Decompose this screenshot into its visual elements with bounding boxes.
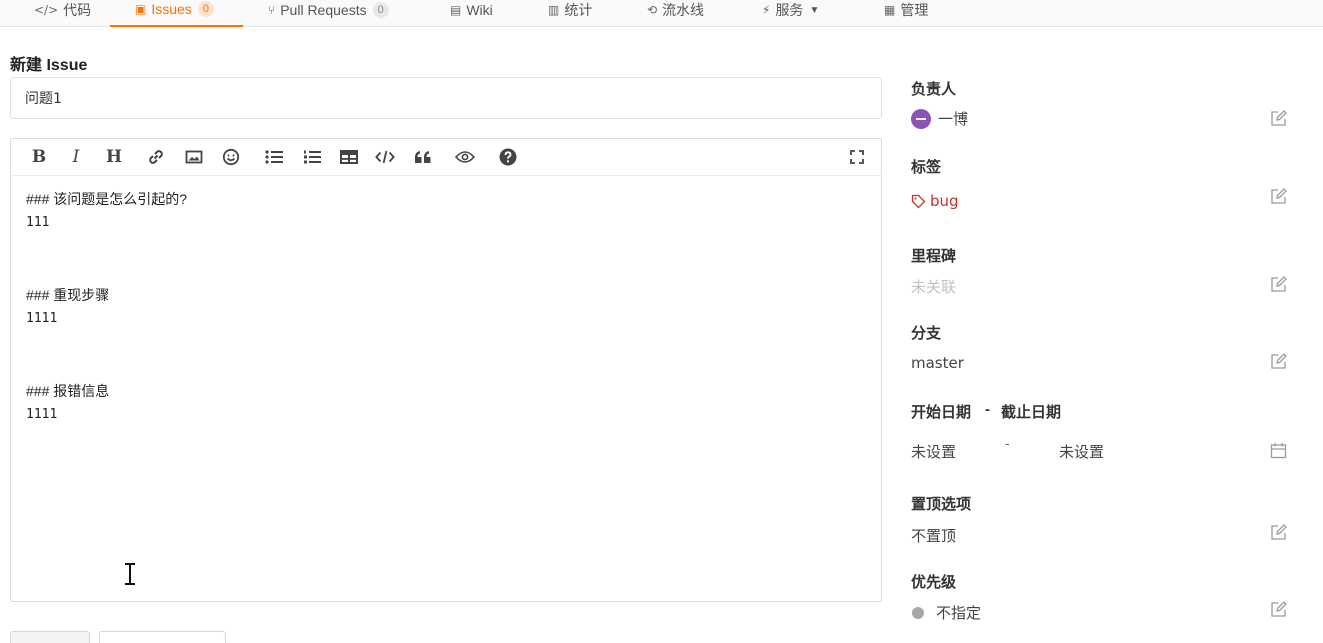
markdown-editor: B I H ### 该问题是怎么引起的? 111 ### 重现步骤 1111 #… [10, 138, 882, 602]
bold-button[interactable]: B [29, 147, 49, 167]
emoji-icon[interactable] [221, 147, 241, 167]
preview-eye-icon[interactable] [454, 147, 476, 167]
pull-requests-count-badge: 0 [372, 2, 389, 18]
priority-dot-icon [912, 606, 924, 619]
avatar [911, 108, 931, 129]
editor-line: 1111 [26, 407, 58, 422]
labels-label: 标签 [911, 159, 942, 176]
secondary-button[interactable] [99, 631, 226, 643]
numbered-list-icon[interactable] [302, 147, 322, 167]
quote-icon[interactable] [413, 147, 433, 167]
issues-count-badge: 0 [197, 1, 214, 17]
editor-line: 111 [26, 215, 50, 230]
editor-line: ### 重现步骤 [26, 287, 110, 303]
editor-line: ### 该问题是怎么引起的? [26, 191, 188, 207]
pipeline-icon: ⟲ [647, 3, 658, 17]
tab-label: Issues [151, 1, 192, 17]
tab-label: 代码 [63, 2, 92, 18]
tab-pipeline[interactable]: ⟲ 流水线 [647, 0, 704, 27]
tag-icon [911, 194, 926, 208]
page-title: 新建 Issue [10, 57, 88, 74]
calendar-icon[interactable] [1270, 442, 1287, 459]
edit-assignee-icon[interactable] [1270, 110, 1287, 127]
code-icon: </> [34, 3, 59, 17]
tab-label: 管理 [900, 2, 929, 18]
tab-manage[interactable]: ▦ 管理 [884, 0, 928, 27]
branch-label: 分支 [911, 325, 942, 342]
issue-title-input[interactable] [10, 77, 882, 119]
due-date-label: 截止日期 [1001, 404, 1062, 421]
link-icon[interactable] [146, 147, 166, 167]
tab-wiki[interactable]: ▤ Wiki [450, 0, 493, 27]
edit-labels-icon[interactable] [1270, 188, 1287, 205]
date-separator: - [1005, 437, 1010, 452]
italic-button[interactable]: I [66, 147, 86, 167]
assignee-value[interactable]: 一博 [911, 108, 968, 129]
assignee-label: 负责人 [911, 81, 957, 98]
priority-value: 不指定 [911, 602, 981, 623]
settings-icon: ▦ [884, 3, 896, 17]
tab-label: Pull Requests [280, 2, 367, 18]
editor-line: 1111 [26, 311, 58, 326]
bulleted-list-icon[interactable] [264, 147, 284, 167]
priority-text: 不指定 [936, 604, 982, 622]
help-icon[interactable] [498, 147, 518, 167]
tab-issues[interactable]: ▣ Issues 0 [110, 0, 243, 27]
tab-code[interactable]: </> 代码 [34, 0, 91, 27]
edit-branch-icon[interactable] [1270, 353, 1287, 370]
wiki-icon: ▤ [450, 3, 462, 17]
tab-label: Wiki [466, 2, 493, 18]
tab-stats[interactable]: ▥ 统计 [548, 0, 592, 27]
pull-request-icon: ⑂ [268, 3, 276, 17]
heading-button[interactable]: H [104, 147, 124, 167]
milestone-label: 里程碑 [911, 248, 957, 265]
table-icon[interactable] [339, 147, 359, 167]
dates-label-separator: - [985, 401, 991, 418]
editor-line: ### 报错信息 [26, 383, 110, 399]
label-name: bug [930, 192, 959, 210]
tab-label: 流水线 [662, 2, 705, 18]
start-date-label: 开始日期 [911, 404, 972, 421]
tab-services[interactable]: ⚡ 服务 ▼ [762, 0, 819, 27]
pin-label: 置顶选项 [911, 496, 972, 513]
edit-pin-icon[interactable] [1270, 524, 1287, 541]
dates-label: 开始日期 - 截止日期 [911, 401, 1061, 422]
branch-value: master [911, 354, 964, 372]
editor-toolbar: B I H [11, 139, 881, 176]
tab-pull-requests[interactable]: ⑂ Pull Requests 0 [268, 0, 389, 27]
assignee-name: 一博 [938, 110, 969, 128]
edit-priority-icon[interactable] [1270, 601, 1287, 618]
service-icon: ⚡ [762, 3, 771, 17]
fullscreen-icon[interactable] [847, 147, 867, 167]
repo-tab-bar: </> 代码 ▣ Issues 0 ⑂ Pull Requests 0 ▤ Wi… [0, 0, 1323, 27]
bug-label-tag[interactable]: bug [911, 192, 959, 210]
text-cursor-icon [125, 562, 135, 586]
chevron-down-icon: ▼ [809, 4, 820, 16]
edit-milestone-icon[interactable] [1270, 276, 1287, 293]
editor-content[interactable]: ### 该问题是怎么引起的? 111 ### 重现步骤 1111 ### 报错信… [26, 187, 866, 427]
chart-icon: ▥ [548, 3, 560, 17]
submit-button[interactable] [10, 631, 90, 643]
issue-icon: ▣ [135, 2, 147, 16]
start-date-value[interactable]: 未设置 [911, 441, 956, 462]
tab-label: 服务 [775, 2, 804, 18]
milestone-value: 未关联 [911, 278, 957, 296]
pin-value: 不置顶 [911, 527, 957, 545]
due-date-value[interactable]: 未设置 [1059, 441, 1104, 462]
code-block-icon[interactable] [375, 147, 395, 167]
priority-label: 优先级 [911, 574, 957, 591]
image-icon[interactable] [184, 147, 204, 167]
tab-label: 统计 [564, 2, 593, 18]
